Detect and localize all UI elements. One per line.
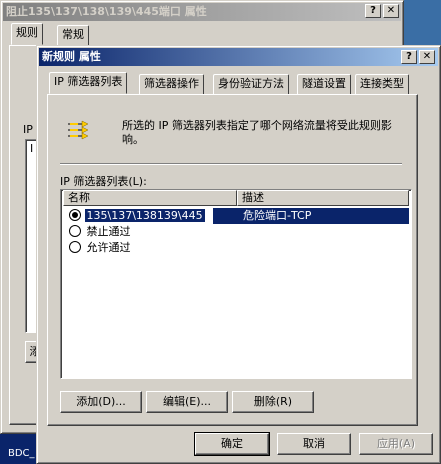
tab-filter-action[interactable]: 筛选器操作 (139, 74, 204, 94)
dialog-titlebar[interactable]: 新规则 属性 (39, 48, 438, 66)
list-item-name: 135\137\138139\445 (84, 209, 205, 222)
radio-button[interactable] (69, 241, 81, 253)
remove-button[interactable]: 删除(R) (232, 391, 314, 413)
list-item[interactable]: 禁止通过 (63, 224, 409, 240)
column-header-description[interactable]: 描述 (237, 190, 409, 206)
radio-button[interactable] (69, 209, 81, 221)
tab-tunnel-settings[interactable]: 隧道设置 (297, 74, 351, 94)
help-icon[interactable]: ? (401, 50, 417, 64)
dialog-title: 新规则 属性 (42, 50, 101, 63)
list-item-name: 禁止通过 (86, 225, 131, 238)
radio-button[interactable] (69, 225, 81, 237)
column-header-name[interactable]: 名称 (63, 190, 237, 206)
list-item-description: 危险端口-TCP (213, 208, 409, 224)
new-rule-properties-dialog: 新规则 属性 ? ✕ IP 筛选器列表 筛选器操作 身份验证方法 隧道设置 连接… (36, 45, 441, 464)
background-window-title: 阻止135\137\138\139\445端口 属性 (6, 5, 207, 18)
filter-list-icon (68, 120, 89, 140)
ip-filter-list-panel: 所选的 IP 筛选器列表指定了哪个网络流量将受此规则影响。 IP 筛选器列表(L… (47, 94, 418, 426)
tab-rules[interactable]: 规则 (11, 23, 43, 45)
apply-button[interactable]: 应用(A) (359, 433, 433, 455)
cancel-button[interactable]: 取消 (277, 433, 351, 455)
tab-ip-filter-list[interactable]: IP 筛选器列表 (49, 72, 128, 94)
taskbar-strip: BDC_ (0, 434, 40, 464)
background-fragment-ip: IP (23, 123, 33, 136)
background-window-titlebar[interactable]: 阻止135\137\138\139\445端口 属性 (3, 3, 401, 21)
list-item[interactable]: 允许通过 (63, 240, 409, 256)
filter-list-view[interactable]: 名称 描述 135\137\138139\445 危险端口-TCP 禁止通过 允… (60, 189, 412, 379)
help-icon[interactable]: ? (365, 4, 381, 18)
filter-list-label: IP 筛选器列表(L): (60, 175, 147, 188)
tab-authentication-methods[interactable]: 身份验证方法 (213, 74, 289, 94)
taskbar-label: BDC_ (8, 448, 35, 459)
edit-button[interactable]: 编辑(E)... (146, 391, 228, 413)
close-icon[interactable]: ✕ (383, 4, 399, 18)
panel-separator (60, 163, 402, 165)
close-icon[interactable]: ✕ (419, 50, 435, 64)
tab-connection-type[interactable]: 连接类型 (355, 74, 409, 94)
background-list-fragment: I (30, 142, 34, 155)
ok-button[interactable]: 确定 (194, 432, 270, 456)
list-item-name: 允许通过 (86, 241, 131, 254)
panel-description: 所选的 IP 筛选器列表指定了哪个网络流量将受此规则影响。 (122, 119, 392, 146)
list-item[interactable]: 135\137\138139\445 危险端口-TCP (63, 208, 409, 224)
tab-general[interactable]: 常规 (57, 25, 89, 45)
add-button[interactable]: 添加(D)... (60, 391, 142, 413)
